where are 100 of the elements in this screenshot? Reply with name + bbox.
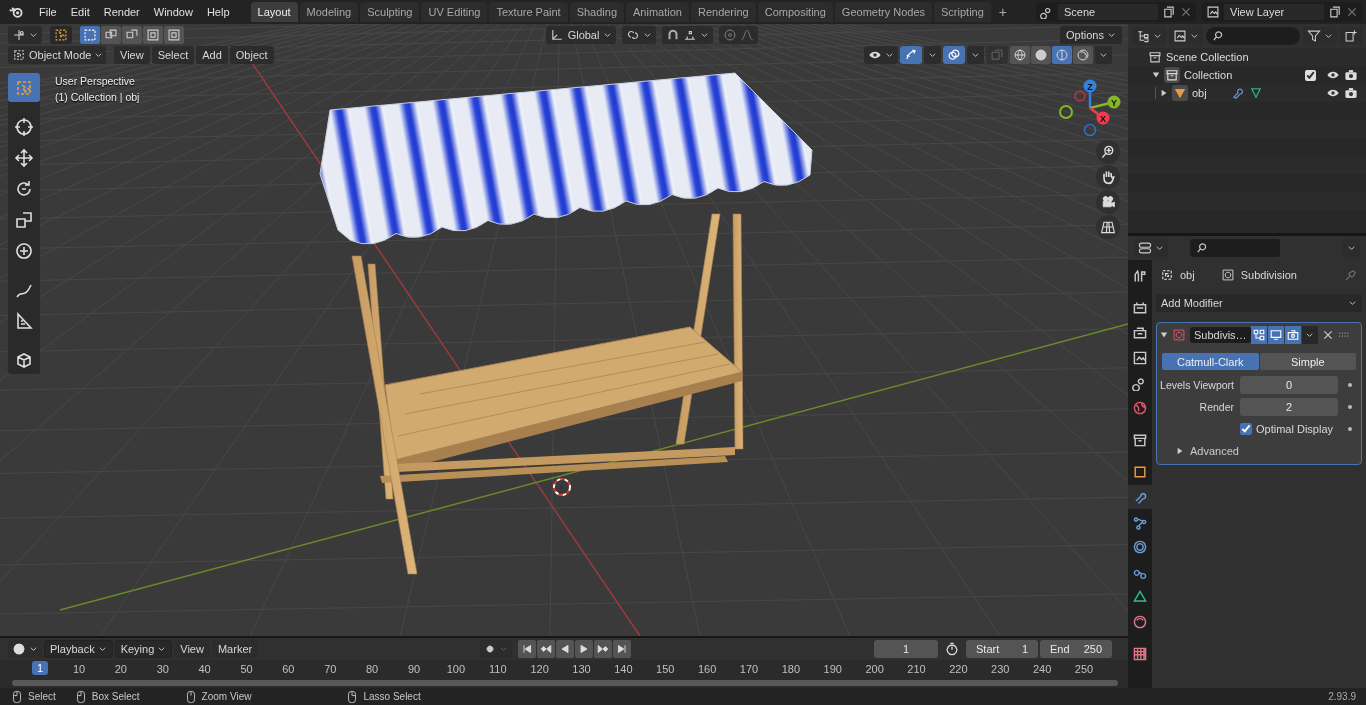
- timeline-menu[interactable]: Keying: [114, 640, 173, 658]
- playhead[interactable]: 1: [32, 661, 49, 675]
- menu-item[interactable]: Render: [96, 6, 147, 18]
- disclosure-triangle-icon[interactable]: [1152, 71, 1160, 79]
- blender-logo-icon[interactable]: [8, 4, 24, 20]
- close-icon[interactable]: [1321, 329, 1334, 341]
- negative-axis-handle[interactable]: [1059, 105, 1073, 119]
- scrollbar[interactable]: [12, 680, 1118, 686]
- outliner-item[interactable]: Scene Collection: [1166, 51, 1249, 63]
- scene-selector[interactable]: Scene: [1036, 2, 1196, 22]
- visibility-button[interactable]: [864, 46, 898, 64]
- keyframe-dot-icon[interactable]: [1348, 427, 1352, 431]
- shading-mode-button[interactable]: [1031, 46, 1051, 64]
- filter-button[interactable]: [1303, 27, 1337, 45]
- number-field[interactable]: 2: [1240, 398, 1338, 416]
- options-dropdown[interactable]: Options: [1060, 26, 1122, 44]
- menu-item[interactable]: Window: [146, 6, 200, 18]
- workspace-tab[interactable]: Animation: [626, 2, 689, 22]
- selection-mode-button[interactable]: [143, 26, 163, 44]
- copy-icon[interactable]: [1328, 5, 1342, 19]
- start-frame-field[interactable]: Start 1: [966, 640, 1038, 658]
- workspace-tab[interactable]: Rendering: [690, 2, 756, 22]
- playback-button[interactable]: [575, 640, 593, 658]
- camera-icon[interactable]: [1344, 86, 1358, 100]
- shading-mode-button[interactable]: [1010, 46, 1030, 64]
- negative-axis-handle[interactable]: [1083, 123, 1097, 137]
- axis-handle[interactable]: Y: [1089, 95, 1121, 110]
- disclosure-triangle-icon[interactable]: [1160, 331, 1168, 339]
- subdivision-type-button[interactable]: Simple: [1259, 353, 1356, 370]
- subpanel-title[interactable]: Advanced: [1190, 445, 1239, 457]
- shading-mode-button[interactable]: [1073, 46, 1093, 64]
- view-layer-selector[interactable]: View Layer: [1202, 2, 1362, 22]
- wrench-icon[interactable]: [1230, 86, 1245, 100]
- workspace-tab[interactable]: Modeling: [299, 2, 359, 22]
- stopwatch-icon[interactable]: [944, 641, 960, 657]
- workspace-tab[interactable]: Compositing: [757, 2, 833, 22]
- viewport-menu[interactable]: View: [114, 46, 150, 64]
- workspace-tab[interactable]: Scripting: [934, 2, 991, 22]
- subdivision-type-button[interactable]: Catmull-Clark: [1162, 353, 1259, 370]
- optimal-display-checkbox[interactable]: Optimal Display: [1240, 423, 1338, 435]
- modifier-name-field[interactable]: Subdivis…: [1190, 327, 1251, 343]
- workspace-tab[interactable]: Sculpting: [360, 2, 420, 22]
- viewport-menu[interactable]: Select: [151, 46, 195, 64]
- negative-axis-handle[interactable]: [1074, 90, 1086, 102]
- outliner-item[interactable]: Collection: [1184, 69, 1233, 81]
- workspace-tab[interactable]: UV Editing: [421, 2, 488, 22]
- number-field[interactable]: 0: [1240, 376, 1338, 394]
- timeline-menu[interactable]: Playback: [44, 640, 113, 658]
- mode-dropdown[interactable]: Object Mode: [8, 46, 106, 64]
- workspace-tab[interactable]: Geometry Nodes: [834, 2, 932, 22]
- editor-type-button[interactable]: [8, 640, 42, 658]
- editor-type-button[interactable]: [8, 26, 42, 44]
- modifier-toggle[interactable]: [1267, 326, 1284, 344]
- mesh-data-icon[interactable]: [1248, 86, 1263, 100]
- playback-button[interactable]: [556, 640, 574, 658]
- pivot-point-button[interactable]: [622, 26, 657, 44]
- workspace-tab[interactable]: Layout: [250, 2, 298, 22]
- copy-icon[interactable]: [1162, 5, 1176, 19]
- xray-toggle[interactable]: [986, 46, 1008, 64]
- viewport-menu[interactable]: Add: [196, 46, 228, 64]
- exclude-checkbox[interactable]: [1305, 69, 1316, 81]
- workspace-tab[interactable]: Texture Paint: [489, 2, 568, 22]
- current-frame-field[interactable]: 1: [874, 640, 938, 658]
- viewport-menu[interactable]: Object: [229, 46, 274, 64]
- selection-mode-button[interactable]: [101, 26, 121, 44]
- close-icon[interactable]: [1180, 6, 1192, 18]
- search-field[interactable]: [1190, 239, 1280, 257]
- add-modifier-dropdown[interactable]: Add Modifier: [1156, 294, 1362, 312]
- editor-type-button[interactable]: [1132, 27, 1166, 45]
- outliner-item[interactable]: obj: [1192, 87, 1207, 99]
- gizmo-toggle[interactable]: [900, 46, 922, 64]
- transform-orientation-dropdown[interactable]: Global: [546, 26, 617, 44]
- timeline-menu[interactable]: View: [174, 640, 210, 658]
- keyframe-dot-icon[interactable]: [1348, 405, 1352, 409]
- display-mode-button[interactable]: [1169, 27, 1203, 45]
- add-workspace-button[interactable]: +: [992, 4, 1013, 20]
- selection-mode-button[interactable]: [122, 26, 142, 44]
- playback-button[interactable]: [537, 640, 555, 658]
- disclosure-triangle-icon[interactable]: [1160, 89, 1168, 97]
- modifier-toggle[interactable]: [1250, 326, 1267, 344]
- proportional-editing-button[interactable]: [719, 26, 759, 44]
- disclosure-triangle-icon[interactable]: [1176, 447, 1184, 455]
- editor-type-button[interactable]: [1134, 239, 1168, 257]
- menu-item[interactable]: Edit: [63, 6, 97, 18]
- pin-icon[interactable]: [1344, 268, 1358, 282]
- menu-item[interactable]: File: [32, 6, 64, 18]
- end-frame-field[interactable]: End 250: [1040, 640, 1112, 658]
- search-field[interactable]: [1206, 27, 1300, 45]
- select-tool-button[interactable]: [50, 26, 72, 44]
- axis-handle[interactable]: Z: [1083, 79, 1097, 108]
- keyframe-dot-icon[interactable]: [1348, 383, 1352, 387]
- record-button[interactable]: [480, 640, 512, 658]
- selection-mode-button[interactable]: [164, 26, 184, 44]
- shading-mode-button[interactable]: [1052, 46, 1072, 64]
- timeline-menu[interactable]: Marker: [211, 640, 259, 658]
- snap-button[interactable]: [662, 26, 714, 44]
- playback-button[interactable]: [518, 640, 536, 658]
- new-collection-button[interactable]: [1340, 27, 1362, 45]
- close-icon[interactable]: [1346, 6, 1358, 18]
- playback-button[interactable]: [594, 640, 612, 658]
